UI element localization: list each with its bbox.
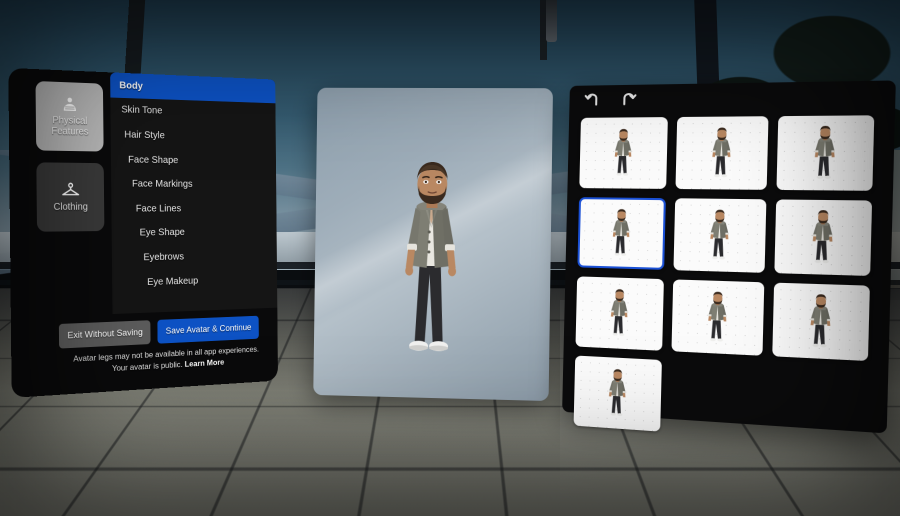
avatar-thumbnail-1[interactable] [579,117,668,189]
category-tab-column: Physical Features Clothing [36,81,105,244]
menu-item-face-markings[interactable]: Face Markings [111,171,276,196]
vr-avatar-editor-scene: Physical Features Clothing Body Skin Ton… [0,0,900,516]
menu-item-label: Hair Style [124,129,165,141]
customization-panel: Physical Features Clothing Body Skin Ton… [8,68,278,398]
menu-item-eye-makeup[interactable]: Eye Makeup [112,266,277,295]
menu-item-label: Eye Shape [140,227,185,239]
person-bust-icon [60,96,79,114]
avatar-full-body-preview [371,154,494,379]
feature-menu-list: Body Skin Tone Hair Style Face Shape Fac… [110,72,277,314]
tab-label-physical-features: Physical Features [36,115,104,138]
tab-label-clothing: Clothing [54,201,88,212]
menu-item-label: Face Markings [132,178,193,190]
exit-without-saving-button[interactable]: Exit Without Saving [59,320,151,348]
avatar-thumbnail-5[interactable] [673,198,766,273]
tab-clothing[interactable]: Clothing [36,162,104,231]
history-toolbar [581,89,640,112]
menu-item-label: Eye Makeup [147,275,198,288]
learn-more-link[interactable]: Learn More [185,357,225,369]
menu-item-label: Eyebrows [143,251,184,263]
avatar-preview-board[interactable] [313,88,553,401]
avatar-thumbnail-2[interactable] [675,116,768,190]
avatar-thumbnail-4[interactable] [577,197,666,270]
avatar-thumbnail-10[interactable] [574,356,662,432]
menu-item-hair-style[interactable]: Hair Style [111,122,276,150]
avatar-thumbnail-9[interactable] [772,283,870,361]
menu-item-label: Body [119,79,143,91]
undo-arrow-icon[interactable] [581,89,603,111]
avatar-variants-panel [562,80,896,433]
menu-item-eye-shape[interactable]: Eye Shape [112,220,277,246]
menu-item-label: Skin Tone [121,104,162,117]
clothes-hanger-icon [60,182,81,200]
menu-item-face-lines[interactable]: Face Lines [111,196,276,221]
hanging-lamp [546,0,557,42]
redo-arrow-icon[interactable] [617,89,640,112]
avatar-thumbnail-8[interactable] [671,279,764,355]
menu-item-face-shape[interactable]: Face Shape [111,147,276,173]
menu-item-label: Face Shape [128,153,178,165]
menu-item-label: Face Lines [136,203,181,215]
avatar-thumbnail-6[interactable] [774,199,872,276]
avatar-thumbnail-grid [574,115,882,446]
avatar-thumbnail-3[interactable] [776,115,874,191]
tab-physical-features[interactable]: Physical Features [36,81,104,152]
avatar-thumbnail-7[interactable] [575,276,663,350]
